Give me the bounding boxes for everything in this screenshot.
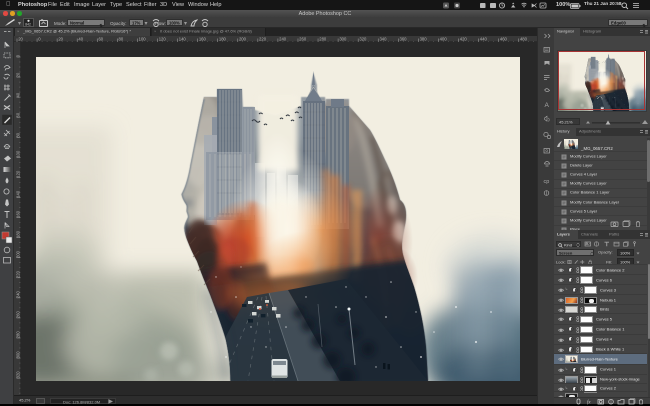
svg-text:400: 400 xyxy=(440,36,448,41)
svg-text:cp: cp xyxy=(544,179,550,185)
svg-text:220: 220 xyxy=(259,36,267,41)
svg-text:20: 20 xyxy=(18,36,23,41)
svg-text:300: 300 xyxy=(339,36,347,41)
svg-text:480: 480 xyxy=(520,36,528,41)
svg-text:842: 842 xyxy=(25,22,31,26)
svg-text:40: 40 xyxy=(78,36,83,41)
svg-text:A: A xyxy=(545,102,550,109)
svg-text:60: 60 xyxy=(98,36,103,41)
svg-text:180: 180 xyxy=(219,36,227,41)
svg-text:200: 200 xyxy=(239,36,247,41)
svg-text:280: 280 xyxy=(319,36,327,41)
svg-text:460: 460 xyxy=(500,36,508,41)
svg-text:360: 360 xyxy=(400,36,408,41)
svg-text:340: 340 xyxy=(379,36,387,41)
svg-text:260: 260 xyxy=(299,36,307,41)
svg-text:240: 240 xyxy=(279,36,287,41)
svg-text:100: 100 xyxy=(139,36,147,41)
svg-text:440: 440 xyxy=(480,36,488,41)
svg-text:380: 380 xyxy=(420,36,428,41)
svg-text:320: 320 xyxy=(359,36,367,41)
svg-text:0: 0 xyxy=(38,36,41,41)
svg-text:120: 120 xyxy=(159,36,167,41)
svg-text:140: 140 xyxy=(179,36,187,41)
svg-text:fx: fx xyxy=(587,401,591,406)
svg-text:20: 20 xyxy=(58,36,63,41)
svg-text:80: 80 xyxy=(119,36,124,41)
svg-text:420: 420 xyxy=(460,36,468,41)
svg-text:160: 160 xyxy=(199,36,207,41)
